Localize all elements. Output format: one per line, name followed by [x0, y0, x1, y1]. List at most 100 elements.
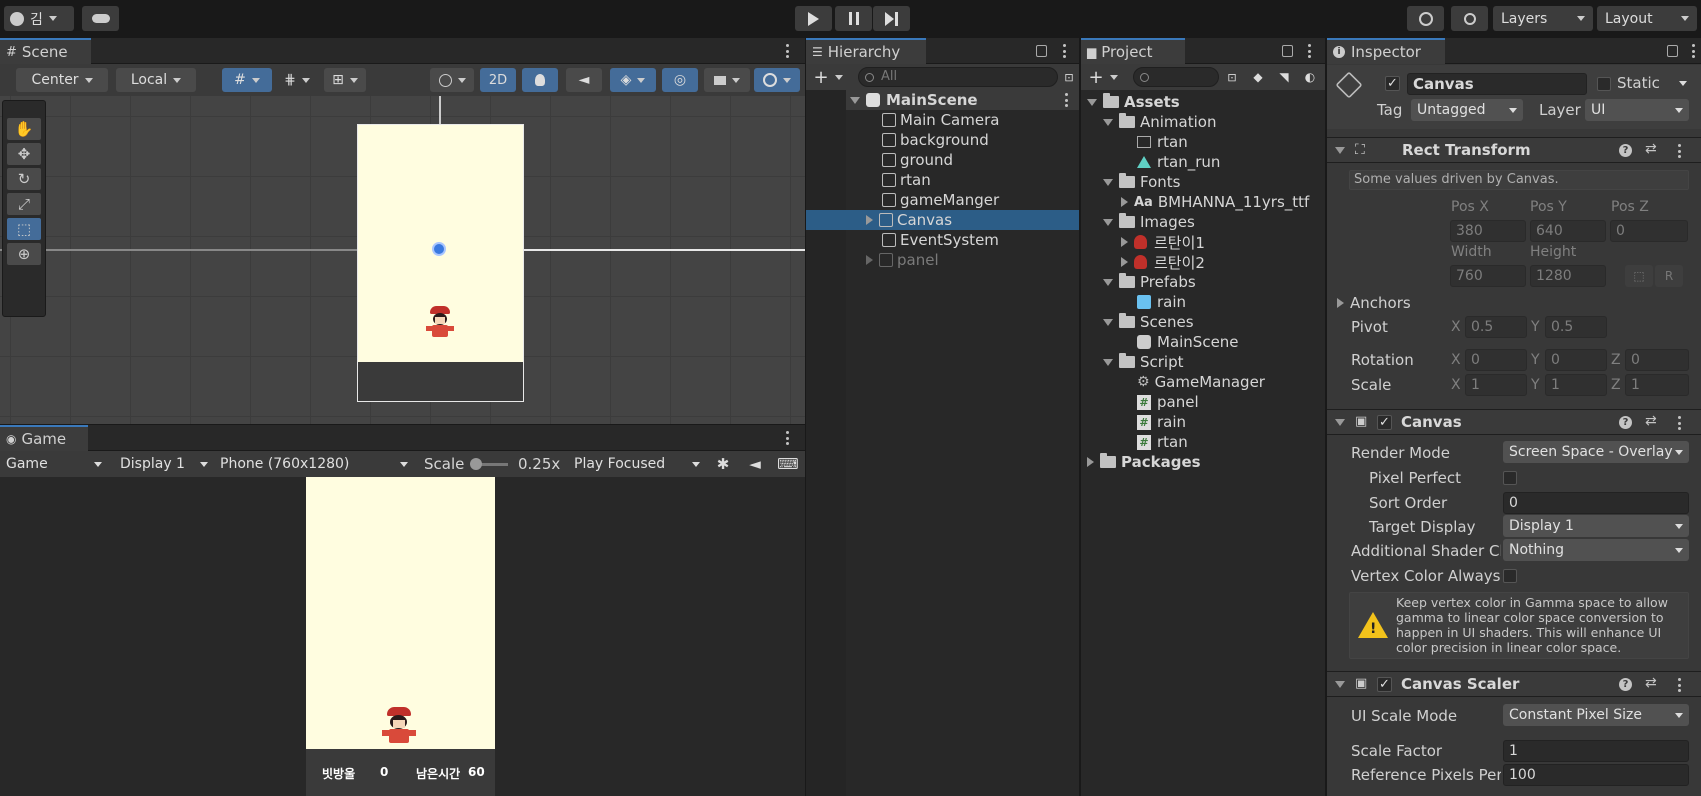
- rect-transform-header[interactable]: ⛶ Rect Transform ? ⇄: [1327, 137, 1701, 163]
- hidden-objects-toggle[interactable]: ◎: [662, 68, 698, 92]
- draw-mode-button[interactable]: [430, 68, 474, 92]
- project-folder-animation[interactable]: Animation: [1103, 112, 1216, 132]
- lighting-toggle[interactable]: [522, 68, 558, 92]
- vertex-color-checkbox[interactable]: [1503, 569, 1517, 583]
- hierarchy-scene-row[interactable]: MainScene: [846, 90, 1079, 110]
- project-folder-script[interactable]: Script: [1103, 352, 1184, 372]
- hand-tool[interactable]: ✋: [7, 118, 41, 140]
- project-asset-image-1[interactable]: 르탄이1: [1121, 232, 1205, 252]
- active-checkbox[interactable]: ✓: [1385, 76, 1400, 91]
- preset-icon[interactable]: ⇄: [1645, 675, 1657, 691]
- canvas-scaler-enabled-checkbox[interactable]: ✓: [1377, 677, 1392, 692]
- game-menu-icon[interactable]: [785, 431, 789, 445]
- lock-icon[interactable]: [1036, 45, 1047, 57]
- scale-slider-handle[interactable]: [470, 458, 482, 470]
- project-search-input[interactable]: [1133, 67, 1219, 87]
- pivot-y-field[interactable]: 0.5: [1545, 316, 1607, 338]
- layer-dropdown[interactable]: UI: [1585, 99, 1689, 121]
- project-asset-panel-script[interactable]: # panel: [1137, 392, 1199, 412]
- project-asset-rtan-script[interactable]: # rtan: [1137, 432, 1188, 452]
- search-by-label-button[interactable]: ◥: [1273, 67, 1295, 87]
- effects-toggle[interactable]: ◈: [610, 68, 656, 92]
- project-asset-gamemanager[interactable]: ⚙ GameManager: [1137, 372, 1265, 392]
- project-menu-icon[interactable]: [1307, 44, 1311, 58]
- posy-field[interactable]: 640: [1530, 220, 1606, 242]
- anchors-foldout[interactable]: Anchors: [1337, 294, 1411, 312]
- tab-game[interactable]: ◉ Game: [0, 425, 88, 451]
- hierarchy-item-rtan[interactable]: rtan: [882, 170, 931, 190]
- ui-scale-mode-dropdown[interactable]: Constant Pixel Size: [1503, 704, 1689, 726]
- posz-field[interactable]: 0: [1610, 220, 1688, 242]
- hierarchy-search-input[interactable]: All: [858, 67, 1058, 87]
- project-folder-images[interactable]: Images: [1103, 212, 1195, 232]
- project-asset-mainscene[interactable]: MainScene: [1137, 332, 1239, 352]
- stats-grid-button[interactable]: ⌨: [774, 453, 802, 475]
- scale-x-field[interactable]: 1: [1465, 374, 1527, 396]
- tab-inspector[interactable]: i Inspector: [1327, 38, 1445, 64]
- hidden-packages-button[interactable]: ◐: [1299, 67, 1321, 87]
- raw-edit-button[interactable]: R: [1655, 265, 1683, 287]
- help-icon[interactable]: ?: [1619, 144, 1632, 157]
- grid-visibility-button[interactable]: ⊞: [324, 68, 366, 92]
- resolution-dropdown[interactable]: Phone (760x1280): [214, 453, 414, 475]
- posx-field[interactable]: 380: [1450, 220, 1526, 242]
- rect-tool[interactable]: ⬚: [7, 218, 41, 240]
- pixel-perfect-checkbox[interactable]: [1503, 471, 1517, 485]
- rotate-tool[interactable]: ↻: [7, 168, 41, 190]
- hierarchy-filter-button[interactable]: ⊡: [1060, 67, 1078, 87]
- hierarchy-item-panel[interactable]: panel: [866, 250, 939, 270]
- undo-history-button[interactable]: [1407, 6, 1444, 31]
- static-dropdown-arrow[interactable]: [1679, 81, 1687, 86]
- camera-dropdown[interactable]: [704, 68, 750, 92]
- rotation-y-field[interactable]: 0: [1545, 349, 1607, 371]
- scale-z-field[interactable]: 1: [1625, 374, 1689, 396]
- lock-icon[interactable]: [1282, 45, 1293, 57]
- tab-scene[interactable]: # Scene: [0, 38, 91, 64]
- project-asset-rain-prefab[interactable]: rain: [1137, 292, 1186, 312]
- gizmos-dropdown[interactable]: [754, 68, 800, 92]
- target-display-dropdown[interactable]: Display 1: [1503, 515, 1689, 537]
- additional-shader-dropdown[interactable]: Nothing: [1503, 539, 1689, 561]
- blueprint-mode-button[interactable]: ⬚: [1625, 265, 1653, 287]
- tag-dropdown[interactable]: Untagged: [1411, 99, 1523, 121]
- static-checkbox[interactable]: [1597, 77, 1611, 91]
- project-filter-button[interactable]: ⊡: [1223, 67, 1241, 87]
- sort-order-field[interactable]: 0: [1503, 492, 1689, 514]
- component-menu-icon[interactable]: [1677, 144, 1681, 158]
- layout-dropdown[interactable]: Layout: [1597, 6, 1697, 31]
- pivot-space-dropdown[interactable]: Local: [116, 68, 196, 92]
- game-viewport[interactable]: 빗방울 0 남은시간 60: [0, 477, 805, 796]
- step-button[interactable]: [873, 6, 910, 31]
- pivot-x-field[interactable]: 0.5: [1465, 316, 1527, 338]
- account-dropdown[interactable]: 김: [4, 6, 74, 31]
- transform-tool[interactable]: ⊕: [7, 243, 41, 265]
- scene-menu-icon[interactable]: [785, 44, 789, 58]
- render-mode-dropdown[interactable]: Screen Space - Overlay: [1503, 441, 1689, 463]
- rotation-z-field[interactable]: 0: [1625, 349, 1689, 371]
- component-menu-icon[interactable]: [1677, 416, 1681, 430]
- project-asset-image-2[interactable]: 르탄이2: [1121, 252, 1205, 272]
- project-folder-assets[interactable]: Assets: [1087, 92, 1180, 112]
- search-button[interactable]: [1451, 6, 1488, 31]
- play-mode-dropdown[interactable]: Play Focused: [568, 453, 706, 475]
- scale-tool[interactable]: ⤢: [7, 193, 41, 215]
- 2d-toggle[interactable]: 2D: [480, 68, 516, 92]
- hierarchy-item-gamemanger[interactable]: gameManger: [882, 190, 999, 210]
- move-tool[interactable]: ✥: [7, 143, 41, 165]
- project-folder-packages[interactable]: Packages: [1087, 452, 1201, 472]
- hierarchy-item-background[interactable]: background: [882, 130, 989, 150]
- scale-factor-field[interactable]: 1: [1503, 740, 1689, 762]
- cloud-button[interactable]: [82, 6, 119, 31]
- help-icon[interactable]: ?: [1619, 416, 1632, 429]
- project-asset-rtan-controller[interactable]: rtan: [1137, 132, 1188, 152]
- display-dropdown[interactable]: Display 1: [114, 453, 214, 475]
- game-view-dropdown[interactable]: Game: [0, 453, 108, 475]
- lock-icon[interactable]: [1667, 45, 1678, 57]
- project-folder-scenes[interactable]: Scenes: [1103, 312, 1194, 332]
- play-button[interactable]: [795, 6, 832, 31]
- help-icon[interactable]: ?: [1619, 678, 1632, 691]
- preset-icon[interactable]: ⇄: [1645, 413, 1657, 429]
- stats-bug-button[interactable]: ✱: [710, 453, 736, 475]
- project-asset-rtan-run[interactable]: rtan_run: [1137, 152, 1220, 172]
- reference-pixels-field[interactable]: 100: [1503, 764, 1689, 786]
